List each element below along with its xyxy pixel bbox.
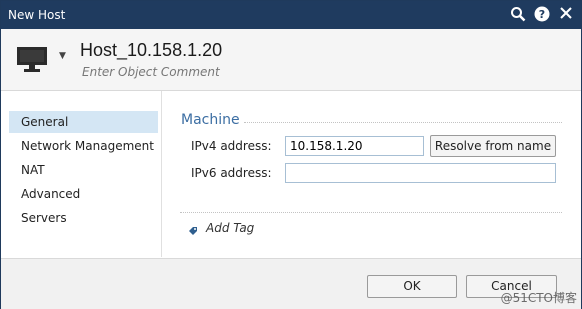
- tag-icon: [188, 225, 198, 235]
- ok-button[interactable]: OK: [367, 275, 457, 298]
- section-divider: [244, 122, 562, 123]
- host-name-field[interactable]: Host_10.158.1.20: [80, 40, 222, 61]
- sidebar-item-network-management[interactable]: Network Management: [9, 135, 158, 157]
- sidebar-nav: General Network Management NAT Advanced …: [1, 91, 162, 257]
- window-title: New Host: [8, 8, 66, 22]
- host-monitor-icon[interactable]: [16, 45, 48, 75]
- watermark: @51CTO博客: [500, 291, 577, 305]
- title-bar[interactable]: New Host ?: [1, 1, 581, 29]
- chevron-down-icon[interactable]: ▼: [59, 51, 66, 61]
- sidebar-item-advanced[interactable]: Advanced: [9, 183, 158, 205]
- ipv4-label: IPv4 address:: [191, 139, 272, 153]
- resolve-from-name-button[interactable]: Resolve from name: [430, 135, 556, 157]
- search-icon[interactable]: [509, 6, 526, 23]
- comment-field[interactable]: Enter Object Comment: [82, 65, 220, 79]
- ipv6-input[interactable]: [285, 163, 556, 183]
- sidebar-item-general[interactable]: General: [9, 111, 158, 133]
- dialog-footer: OK Cancel @51CTO博客: [1, 258, 581, 309]
- ipv4-input[interactable]: [285, 136, 424, 156]
- machine-section-title: Machine: [181, 112, 240, 128]
- close-icon[interactable]: [557, 6, 574, 23]
- add-tag-link[interactable]: Add Tag: [206, 221, 254, 235]
- tags-divider: [180, 212, 562, 213]
- new-host-dialog: New Host ? ▼ Host_10.158.1.20 Enter Obje…: [0, 0, 582, 309]
- sidebar-item-servers[interactable]: Servers: [9, 207, 158, 229]
- help-icon[interactable]: ?: [533, 6, 550, 23]
- object-header: ▼ Host_10.158.1.20 Enter Object Comment: [1, 29, 581, 91]
- sidebar-item-nat[interactable]: NAT: [9, 159, 158, 181]
- ipv6-label: IPv6 address:: [191, 166, 272, 180]
- svg-text:?: ?: [538, 8, 544, 21]
- general-panel: Machine IPv4 address: Resolve from name …: [162, 91, 581, 257]
